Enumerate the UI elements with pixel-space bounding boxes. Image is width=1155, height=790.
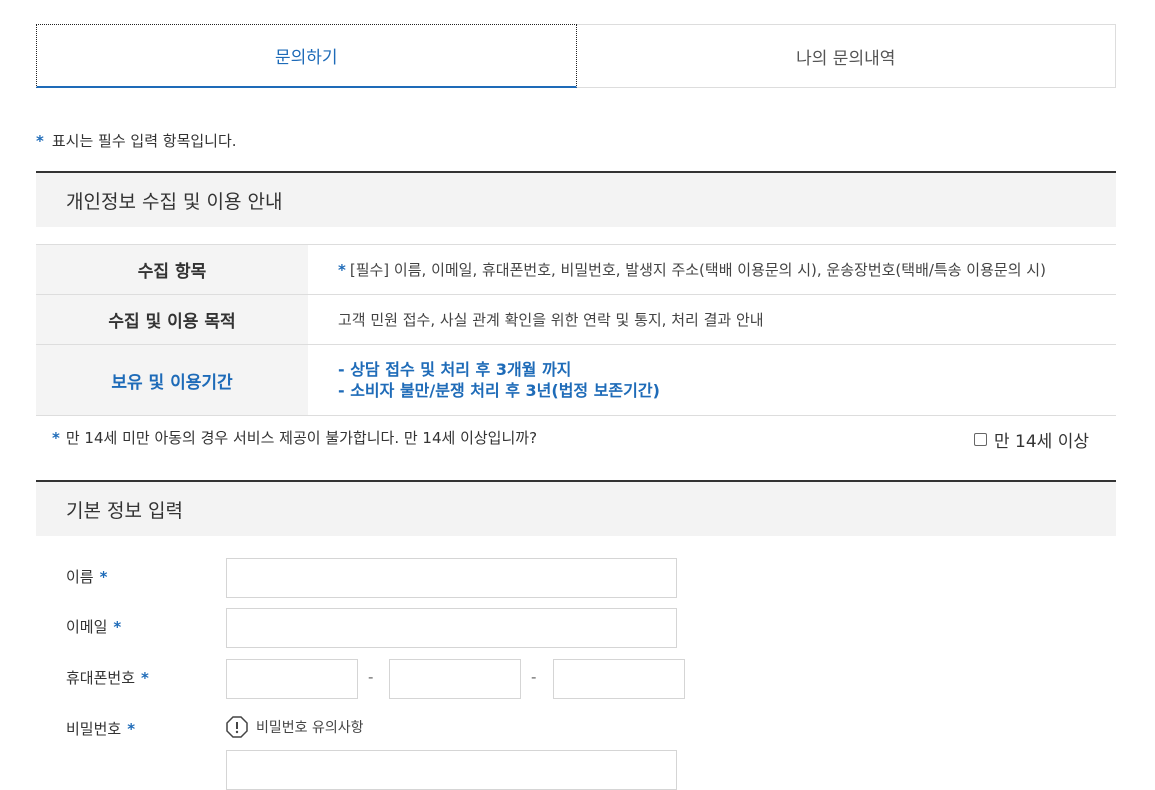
email-label-text: 이메일 (66, 618, 108, 636)
tab-inquiry[interactable]: 문의하기 (36, 24, 577, 88)
tab-my-inquiries[interactable]: 나의 문의내역 (576, 24, 1116, 88)
email-input[interactable] (226, 608, 677, 648)
retention-header: 보유 및 이용기간 (36, 344, 308, 416)
inquiry-tabs: 문의하기 나의 문의내역 (36, 24, 1116, 88)
required-asterisk: * (113, 618, 122, 636)
email-label: 이메일 * (66, 616, 121, 637)
collection-items-value: * [필수] 이름, 이메일, 휴대폰번호, 비밀번호, 발생지 주소(택배 이용… (308, 244, 1116, 295)
retention-value: - 상담 접수 및 처리 후 3개월 까지 - 소비자 불만/분쟁 처리 후 3… (308, 344, 1116, 416)
phone-input-2[interactable] (389, 659, 521, 699)
required-asterisk: * (52, 429, 60, 447)
password-label-text: 비밀번호 (66, 720, 122, 738)
name-label-text: 이름 (66, 568, 94, 586)
purpose-value: 고객 민원 접수, 사실 관계 확인을 위한 연락 및 통지, 처리 결과 안내 (308, 294, 1116, 345)
age-checkbox[interactable]: 만 14세 이상 (974, 427, 1089, 452)
warning-icon (226, 716, 248, 738)
basic-info-section-title: 기본 정보 입력 (36, 480, 1116, 536)
age-notice-text: 만 14세 미만 아동의 경우 서비스 제공이 불가합니다. 만 14세 이상입… (65, 429, 538, 447)
retention-line-2: - 소비자 불만/분쟁 처리 후 3년(법정 보존기간) (338, 381, 660, 400)
purpose-header: 수집 및 이용 목적 (36, 294, 308, 345)
name-label: 이름 * (66, 566, 107, 587)
required-asterisk: * (338, 261, 346, 279)
phone-separator-2: - (531, 668, 537, 686)
privacy-section-title: 개인정보 수집 및 이용 안내 (36, 171, 1116, 227)
age-checkbox-box[interactable] (974, 433, 987, 446)
required-note: * 표시는 필수 입력 항목입니다. (36, 130, 237, 151)
collection-items-header: 수집 항목 (36, 244, 308, 295)
required-asterisk: * (36, 132, 44, 150)
required-asterisk: * (127, 720, 136, 738)
table-row: 수집 및 이용 목적 고객 민원 접수, 사실 관계 확인을 위한 연락 및 통… (36, 294, 1116, 345)
required-asterisk: * (99, 568, 108, 586)
password-hint-text: 비밀번호 유의사항 (256, 720, 364, 736)
table-row: 보유 및 이용기간 - 상담 접수 및 처리 후 3개월 까지 - 소비자 불만… (36, 344, 1116, 416)
phone-input-1[interactable] (226, 659, 358, 699)
required-note-text: 표시는 필수 입력 항목입니다. (51, 132, 237, 150)
age-notice: * 만 14세 미만 아동의 경우 서비스 제공이 불가합니다. 만 14세 이상… (52, 427, 1092, 452)
password-input[interactable] (226, 750, 677, 790)
privacy-table: 수집 항목 * [필수] 이름, 이메일, 휴대폰번호, 비밀번호, 발생지 주소… (36, 244, 1116, 416)
phone-label: 휴대폰번호 * (66, 667, 149, 688)
age-checkbox-label: 만 14세 이상 (994, 432, 1089, 452)
required-asterisk: * (141, 669, 149, 687)
table-row: 수집 항목 * [필수] 이름, 이메일, 휴대폰번호, 비밀번호, 발생지 주소… (36, 244, 1116, 295)
password-hint-link[interactable]: 비밀번호 유의사항 (226, 716, 364, 738)
phone-separator-1: - (368, 668, 374, 686)
password-label: 비밀번호 * (66, 718, 135, 739)
collection-items-text: [필수] 이름, 이메일, 휴대폰번호, 비밀번호, 발생지 주소(택배 이용문… (349, 261, 1046, 279)
phone-input-3[interactable] (553, 659, 685, 699)
retention-line-1: - 상담 접수 및 처리 후 3개월 까지 (338, 360, 572, 379)
name-input[interactable] (226, 558, 677, 598)
phone-label-text: 휴대폰번호 (66, 669, 136, 687)
